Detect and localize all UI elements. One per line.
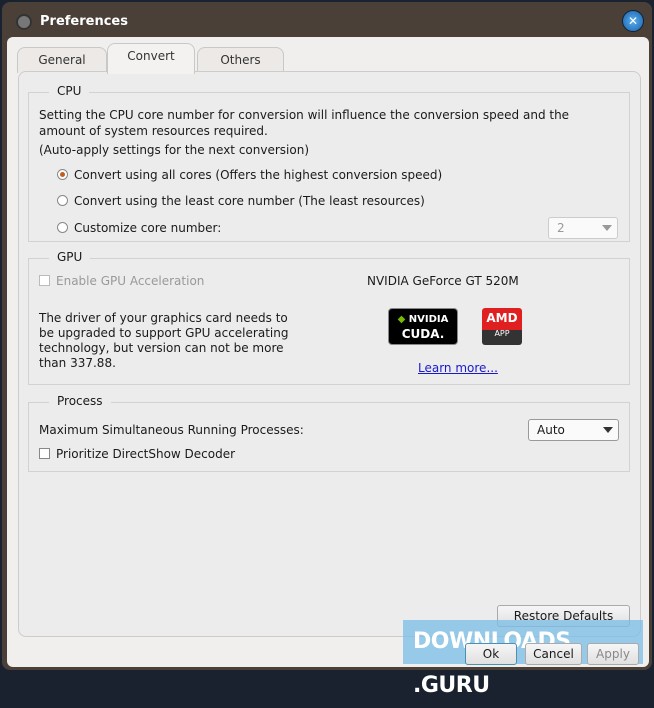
tab-convert[interactable]: Convert xyxy=(107,43,195,74)
directshow-checkbox[interactable]: Prioritize DirectShow Decoder xyxy=(39,447,235,461)
radio-icon xyxy=(57,195,68,206)
tab-general[interactable]: General xyxy=(17,47,107,73)
close-button[interactable]: ✕ xyxy=(622,10,644,32)
checkbox-label: Enable GPU Acceleration xyxy=(56,274,205,288)
max-processes-label: Maximum Simultaneous Running Processes: xyxy=(39,423,304,437)
cancel-button[interactable]: Cancel xyxy=(525,643,582,665)
checkbox-icon xyxy=(39,448,50,459)
preferences-window: Preferences ✕ General Convert Others CPU… xyxy=(2,2,652,670)
ok-button[interactable]: Ok xyxy=(465,643,517,665)
cpu-group: CPU Setting the CPU core number for conv… xyxy=(28,84,630,242)
cpu-description: Setting the CPU core number for conversi… xyxy=(39,108,570,138)
app-icon xyxy=(16,14,32,30)
gpu-group: GPU Enable GPU Acceleration NVIDIA GeFor… xyxy=(28,250,630,385)
radio-least-cores[interactable]: Convert using the least core number (The… xyxy=(57,194,425,208)
amd-app-logo: AMD APP xyxy=(482,308,522,345)
gpu-card-name: NVIDIA GeForce GT 520M xyxy=(367,274,519,288)
nvidia-cuda-logo: ◆ NVIDIA CUDA. xyxy=(388,308,458,345)
core-number-select[interactable]: 2 xyxy=(548,217,618,239)
auto-apply-note: (Auto-apply settings for the next conver… xyxy=(39,143,309,157)
max-processes-select[interactable]: Auto xyxy=(528,419,619,441)
core-number-value: 2 xyxy=(557,221,565,235)
radio-icon xyxy=(57,222,68,233)
convert-panel: CPU Setting the CPU core number for conv… xyxy=(18,71,641,637)
checkbox-label: Prioritize DirectShow Decoder xyxy=(56,447,236,461)
radio-label: Customize core number: xyxy=(74,221,222,235)
window-title: Preferences xyxy=(40,14,128,29)
radio-label: Convert using all cores (Offers the high… xyxy=(74,168,443,182)
dialog-body: General Convert Others CPU Setting the C… xyxy=(7,37,649,667)
checkbox-icon xyxy=(39,275,50,286)
apply-button[interactable]: Apply xyxy=(587,643,639,665)
radio-icon xyxy=(57,169,68,180)
tab-others[interactable]: Others xyxy=(197,47,284,73)
chevron-down-icon xyxy=(602,225,612,236)
radio-customize[interactable]: Customize core number: xyxy=(57,221,221,235)
learn-more-link[interactable]: Learn more... xyxy=(418,361,498,375)
radio-all-cores[interactable]: Convert using all cores (Offers the high… xyxy=(57,168,442,182)
process-legend: Process xyxy=(49,394,111,408)
gpu-legend: GPU xyxy=(49,250,91,264)
max-processes-value: Auto xyxy=(537,423,565,437)
enable-gpu-checkbox[interactable]: Enable GPU Acceleration xyxy=(39,274,204,288)
driver-message: The driver of your graphics card needs t… xyxy=(39,311,289,370)
cpu-legend: CPU xyxy=(49,84,90,98)
chevron-down-icon xyxy=(603,427,613,438)
process-group: Process Maximum Simultaneous Running Pro… xyxy=(28,394,630,472)
radio-label: Convert using the least core number (The… xyxy=(74,194,425,208)
